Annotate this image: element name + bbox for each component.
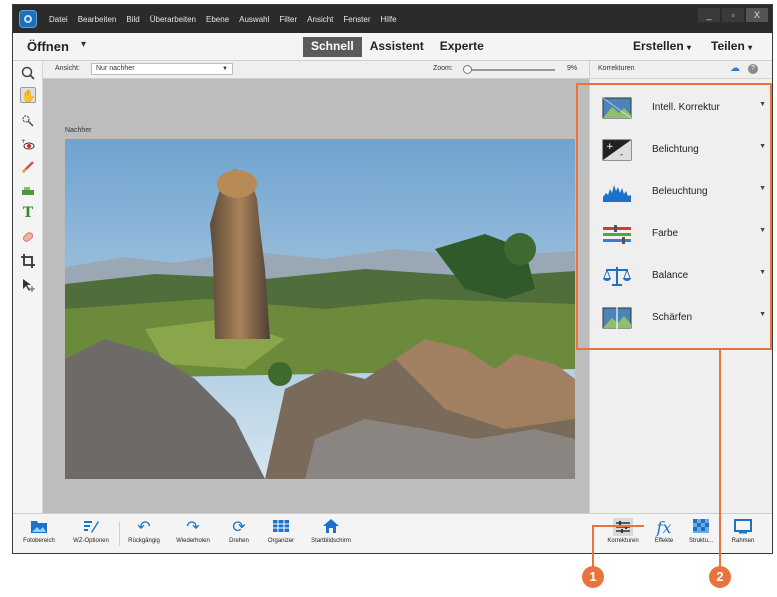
callout-badge-2: 2 — [709, 566, 731, 588]
menu-item-datei[interactable]: Datei — [49, 15, 68, 24]
mode-tabs: Schnell Assistent Experte — [303, 37, 492, 57]
divider — [119, 522, 120, 546]
rotate-button[interactable]: ⟳ Drehen — [221, 518, 257, 544]
app-logo-icon — [19, 10, 37, 28]
bottom-label: Drehen — [229, 538, 249, 544]
home-icon — [303, 518, 359, 538]
callout-highlight-panel — [576, 83, 772, 350]
frames-button[interactable]: Rahmen — [725, 518, 761, 544]
chevron-down-icon: ▾ — [687, 43, 692, 52]
organizer-button[interactable]: Organizer — [261, 518, 301, 544]
spot-healing-tool-icon[interactable] — [20, 229, 36, 245]
view-select-value: Nur nachher — [96, 65, 135, 72]
menu-item-fenster[interactable]: Fenster — [343, 15, 370, 24]
textures-button[interactable]: Struktu... — [681, 518, 721, 544]
bottom-label: Fotobereich — [23, 538, 55, 544]
bottom-label: Wiederholen — [176, 538, 210, 544]
fx-icon: fx — [656, 518, 672, 537]
undo-icon: ↶ — [137, 519, 151, 536]
zoom-label: Zoom: — [433, 65, 453, 72]
red-eye-tool-icon[interactable]: + — [20, 137, 36, 153]
tool-bar: ✋ + T — [13, 61, 43, 513]
panel-title: Korrekturen — [598, 65, 635, 72]
frames-icon — [725, 518, 761, 538]
zoom-value: 9% — [567, 65, 578, 72]
title-bar: Datei Bearbeiten Bild Überarbeiten Ebene… — [13, 5, 772, 33]
callout-badge-1: 1 — [582, 566, 604, 588]
open-dropdown-icon[interactable]: ▾ — [81, 39, 86, 50]
move-tool-icon[interactable] — [20, 277, 36, 293]
quick-selection-tool-icon[interactable] — [20, 113, 36, 129]
share-button[interactable]: Teilen ▾ — [711, 39, 752, 53]
callout-highlight-adjustments-button — [592, 525, 644, 551]
tab-assistent[interactable]: Assistent — [362, 37, 432, 57]
zoom-slider[interactable] — [465, 69, 555, 71]
organizer-icon — [261, 518, 301, 538]
hand-tool-icon[interactable]: ✋ — [20, 87, 36, 103]
straighten-tool-icon[interactable] — [20, 183, 36, 199]
document-photo[interactable] — [65, 139, 575, 479]
menu-item-bild[interactable]: Bild — [126, 15, 139, 24]
share-label: Teilen — [711, 39, 745, 53]
tab-schnell[interactable]: Schnell — [303, 37, 362, 57]
open-button[interactable]: Öffnen — [27, 39, 69, 54]
menu-item-filter[interactable]: Filter — [279, 15, 297, 24]
menu-item-ueberarbeiten[interactable]: Überarbeiten — [150, 15, 196, 24]
callout-line — [592, 525, 594, 569]
menu-item-bearbeiten[interactable]: Bearbeiten — [78, 15, 117, 24]
maximize-button[interactable]: ▫ — [722, 8, 744, 22]
whiten-teeth-tool-icon[interactable] — [20, 159, 36, 175]
create-label: Erstellen — [633, 39, 684, 53]
chevron-down-icon: ▾ — [748, 43, 753, 52]
close-button[interactable]: X — [746, 8, 768, 22]
bottom-label: Rückgängig — [128, 538, 160, 544]
document-label: Nachher — [65, 127, 92, 134]
tool-options-icon — [65, 518, 117, 538]
tool-options-button[interactable]: WZ-Optionen — [65, 518, 117, 544]
tool-options-bar: Ansicht: Nur nachher ▼ Zoom: 9% — [43, 61, 589, 79]
rotate-icon: ⟳ — [232, 519, 246, 536]
bottom-label: Startbildschirm — [311, 538, 351, 544]
zoom-slider-handle[interactable] — [463, 65, 472, 74]
callout-line — [719, 350, 721, 569]
effects-button[interactable]: fx Effekte — [649, 518, 679, 544]
bottom-label: Effekte — [654, 538, 674, 544]
redo-button[interactable]: ↷ Wiederholen — [169, 518, 217, 544]
textures-icon — [681, 518, 721, 538]
crop-tool-icon[interactable] — [20, 253, 36, 269]
redo-icon: ↷ — [186, 519, 200, 536]
help-icon[interactable]: ? — [748, 64, 758, 74]
chevron-down-icon: ▼ — [222, 66, 228, 72]
tab-experte[interactable]: Experte — [432, 37, 492, 57]
bottom-label: WZ-Optionen — [73, 538, 109, 544]
undo-button[interactable]: ↶ Rückgängig — [121, 518, 167, 544]
panel-header: Korrekturen ☁ ? — [590, 61, 772, 79]
bottom-label: Rahmen — [731, 538, 755, 544]
window-controls: _ ▫ X — [696, 8, 768, 22]
zoom-tool-icon[interactable] — [20, 65, 36, 81]
cloud-icon[interactable]: ☁ — [730, 63, 740, 74]
menu-item-auswahl[interactable]: Auswahl — [239, 15, 269, 24]
bottom-label: Struktu... — [688, 538, 713, 544]
create-button[interactable]: Erstellen ▾ — [633, 39, 691, 53]
type-tool-icon[interactable]: T — [20, 205, 36, 221]
minimize-button[interactable]: _ — [698, 8, 720, 22]
top-toolbar: Öffnen ▾ Schnell Assistent Experte Erste… — [13, 33, 772, 61]
view-select[interactable]: Nur nachher ▼ — [91, 63, 233, 75]
photo-bin-icon — [15, 518, 63, 538]
menu-bar: Datei Bearbeiten Bild Überarbeiten Ebene… — [49, 5, 407, 33]
menu-item-ebene[interactable]: Ebene — [206, 15, 229, 24]
view-label: Ansicht: — [55, 65, 80, 72]
svg-text:+: + — [21, 138, 26, 145]
photo-bin-button[interactable]: Fotobereich — [15, 518, 63, 544]
menu-item-ansicht[interactable]: Ansicht — [307, 15, 333, 24]
menu-item-hilfe[interactable]: Hilfe — [381, 15, 397, 24]
bottom-bar: Fotobereich WZ-Optionen ↶ Rückgängig ↷ W… — [13, 513, 772, 553]
home-screen-button[interactable]: Startbildschirm — [303, 518, 359, 544]
bottom-label: Organizer — [267, 538, 295, 544]
canvas-area: Nachher — [43, 79, 589, 513]
